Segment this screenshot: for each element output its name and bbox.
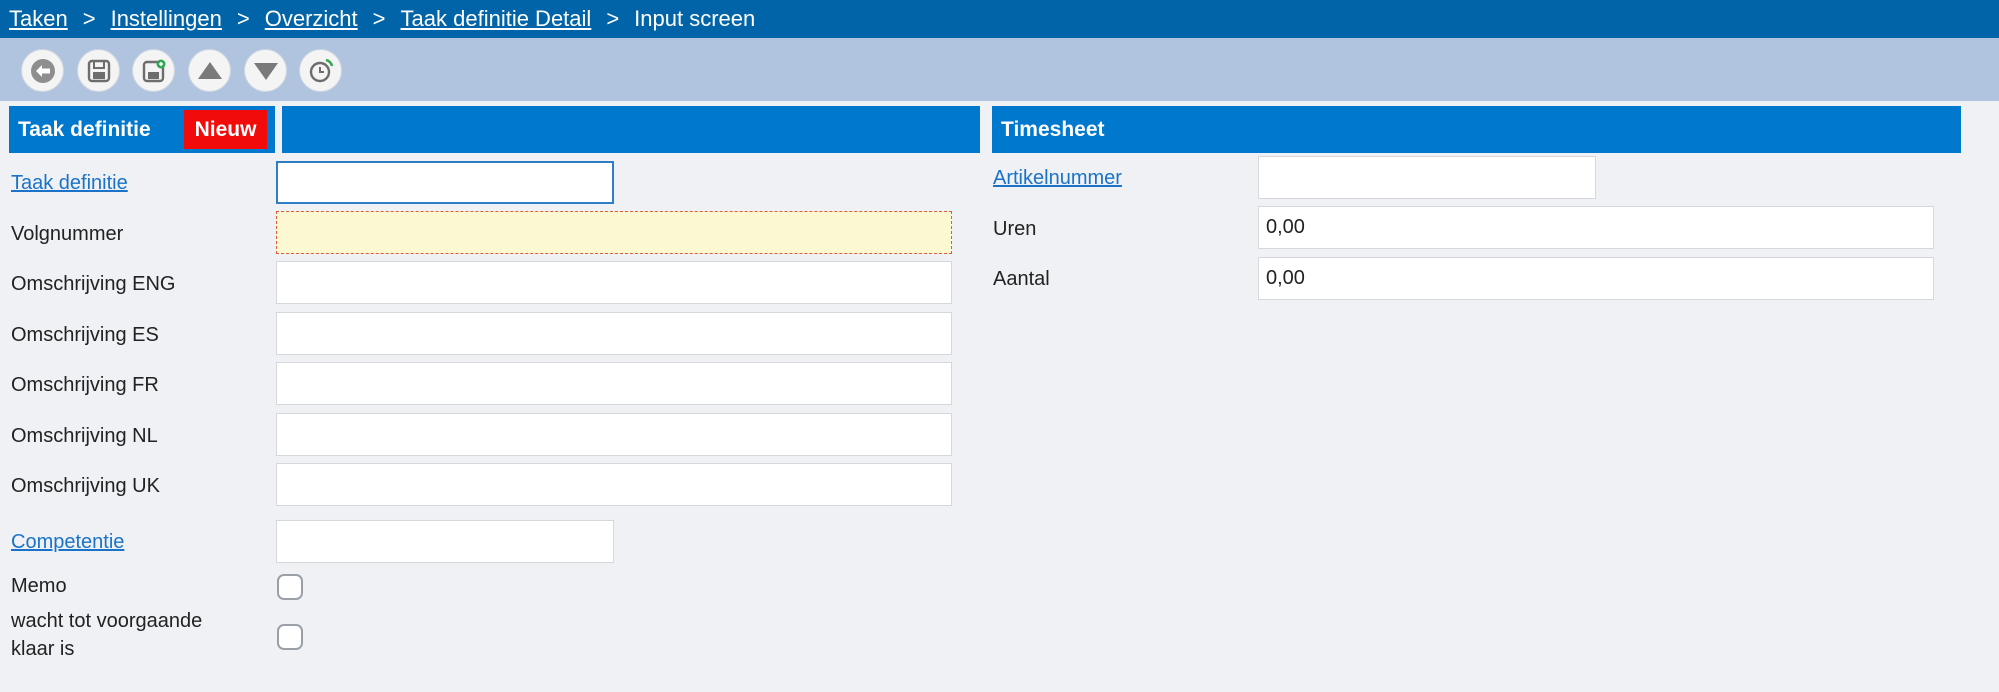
competentie-input[interactable]	[276, 520, 614, 563]
timer-icon	[309, 58, 333, 82]
omschrijving-es-input[interactable]	[276, 312, 952, 355]
breadcrumb-taak-definitie-detail[interactable]: Taak definitie Detail	[401, 6, 592, 32]
panel-title: Timesheet	[1001, 118, 1105, 141]
back-button[interactable]	[21, 49, 64, 92]
breadcrumb-separator: >	[606, 6, 620, 31]
move-up-button[interactable]	[188, 49, 231, 92]
artikelnummer-label[interactable]: Artikelnummer	[993, 166, 1122, 190]
taak-definitie-input[interactable]	[276, 161, 614, 204]
memo-checkbox[interactable]	[277, 574, 303, 600]
taak-definitie-panel-header: Taak definitie Nieuw	[9, 106, 980, 153]
omschrijving-eng-input[interactable]	[276, 261, 952, 304]
timesheet-panel-header: Timesheet	[992, 106, 1961, 153]
uren-input[interactable]: 0,00	[1258, 206, 1934, 249]
omschrijving-nl-input[interactable]	[276, 413, 952, 456]
move-down-button[interactable]	[244, 49, 287, 92]
uren-label: Uren	[993, 218, 1037, 240]
breadcrumb-overzicht[interactable]: Overzicht	[265, 6, 358, 32]
breadcrumb-separator: >	[372, 6, 386, 31]
memo-label: Memo	[11, 575, 67, 597]
competentie-label[interactable]: Competentie	[11, 530, 124, 554]
up-arrow-icon	[197, 61, 222, 79]
omschrijving-uk-input[interactable]	[276, 463, 952, 506]
breadcrumb-separator: >	[82, 6, 96, 31]
wacht-tot-voorgaande-checkbox[interactable]	[277, 624, 303, 650]
omschrijving-eng-label: Omschrijving ENG	[11, 273, 176, 295]
down-arrow-icon	[253, 62, 278, 80]
taak-definitie-label[interactable]: Taak definitie	[11, 171, 128, 195]
aantal-label: Aantal	[993, 268, 1050, 290]
aantal-input[interactable]: 0,00	[1258, 257, 1934, 300]
save-new-button[interactable]	[132, 49, 175, 92]
toolbar	[0, 38, 1999, 101]
volgnummer-input[interactable]	[276, 211, 952, 254]
breadcrumb-instellingen[interactable]: Instellingen	[111, 6, 222, 32]
breadcrumb: Taken > Instellingen > Overzicht > Taak …	[0, 0, 1999, 38]
breadcrumb-taken[interactable]: Taken	[9, 6, 68, 32]
header-divider	[275, 106, 282, 153]
breadcrumb-current: Input screen	[634, 6, 756, 31]
volgnummer-label: Volgnummer	[11, 223, 124, 245]
breadcrumb-separator: >	[236, 6, 250, 31]
omschrijving-uk-label: Omschrijving UK	[11, 475, 160, 497]
status-badge: Nieuw	[184, 110, 267, 149]
panel-title: Taak definitie	[18, 118, 151, 141]
back-arrow-icon	[30, 58, 55, 83]
omschrijving-fr-label: Omschrijving FR	[11, 374, 159, 396]
omschrijving-nl-label: Omschrijving NL	[11, 425, 158, 447]
omschrijving-fr-input[interactable]	[276, 362, 952, 405]
wacht-label-line1: wacht tot voorgaande	[11, 610, 203, 632]
save-new-icon	[142, 59, 165, 82]
wacht-label-line2: klaar is	[11, 638, 75, 660]
omschrijving-es-label: Omschrijving ES	[11, 324, 159, 346]
artikelnummer-input[interactable]	[1258, 156, 1596, 199]
save-button[interactable]	[77, 49, 120, 92]
save-icon	[87, 59, 110, 82]
timer-button[interactable]	[299, 49, 342, 92]
